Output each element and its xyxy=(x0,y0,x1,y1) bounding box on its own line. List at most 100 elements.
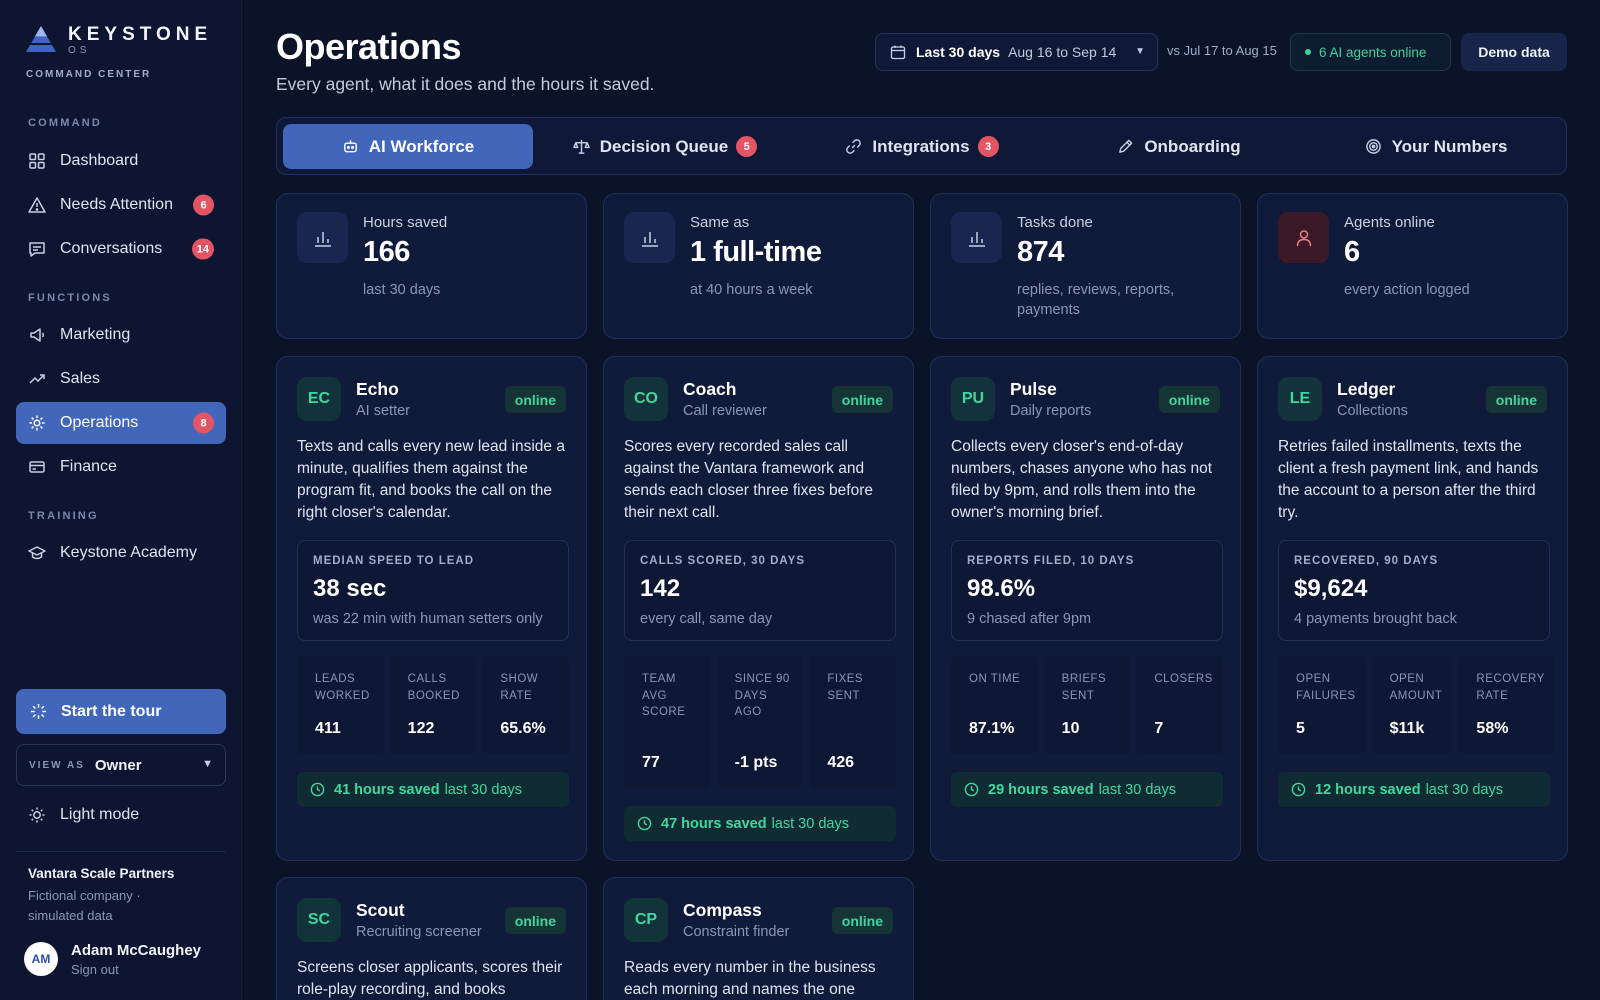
mini-stat: CLOSERS 7 xyxy=(1136,656,1224,754)
status-badge: online xyxy=(504,907,566,934)
mini-stat: CALLS BOOKED 122 xyxy=(389,656,477,754)
tab-decision-queue[interactable]: Decision Queue 5 xyxy=(540,124,790,169)
mini-stat-value: 411 xyxy=(315,720,341,737)
metric-label: CALLS SCORED, 30 DAYS xyxy=(640,555,805,567)
start-tour-button[interactable]: Start the tour xyxy=(16,689,226,734)
mini-stat: FIXES SENT 426 xyxy=(809,656,897,788)
agent-card-ledger[interactable]: LE Ledger Collections online Retries fai… xyxy=(1257,356,1568,861)
mini-stat: SHOW RATE 65.6% xyxy=(482,656,570,754)
agent-description: Scores every recorded sales call against… xyxy=(624,438,873,521)
view-as-value: Owner xyxy=(94,756,142,774)
agent-initials: CO xyxy=(624,377,668,421)
agent-name: Compass xyxy=(683,900,762,920)
mini-stat: BRIEFS SENT 10 xyxy=(1043,656,1131,754)
org-subtitle: Fictional company · simulated data xyxy=(28,888,141,923)
agent-name: Ledger xyxy=(1337,379,1396,399)
mini-stat-label: RECOVERY RATE xyxy=(1476,673,1545,702)
mini-stats: OPEN FAILURES 5 OPEN AMOUNT $11k RECOVER… xyxy=(1278,656,1555,754)
stat-card-tasks-done: Tasks done 874 replies, reviews, reports… xyxy=(930,193,1241,339)
agent-role: Daily reports xyxy=(1010,403,1092,419)
agent-card-echo[interactable]: EC Echo AI setter online Texts and calls… xyxy=(276,356,587,861)
status-badge: online xyxy=(831,386,893,413)
count-badge: 3 xyxy=(977,136,999,157)
calendar-icon xyxy=(890,45,906,60)
tab-integrations[interactable]: Integrations 3 xyxy=(797,124,1047,169)
warning-icon xyxy=(28,197,46,213)
agent-card-coach[interactable]: CO Coach Call reviewer online Scores eve… xyxy=(603,356,914,861)
megaphone-icon xyxy=(30,328,44,342)
stat-label: Agents online xyxy=(1344,214,1435,231)
agent-role: AI setter xyxy=(356,403,410,419)
agent-metric: CALLS SCORED, 30 DAYS 142 every call, sa… xyxy=(624,540,896,641)
mini-stat-label: OPEN FAILURES xyxy=(1296,673,1356,702)
section-functions: FUNCTIONS xyxy=(28,292,112,304)
tour-label: Start the tour xyxy=(61,702,162,720)
brand-name: KEYSTONE xyxy=(68,24,213,45)
tab-label: Integrations xyxy=(872,136,970,156)
sign-out-link[interactable]: Sign out xyxy=(71,962,119,977)
mini-stat-value: 58% xyxy=(1476,720,1509,737)
agent-card-pulse[interactable]: PU Pulse Daily reports online Collects e… xyxy=(930,356,1241,861)
tab-onboarding[interactable]: Onboarding xyxy=(1054,124,1304,169)
tab-your-numbers[interactable]: Your Numbers xyxy=(1311,124,1561,169)
agent-description: Screens closer applicants, scores their … xyxy=(297,959,563,998)
stat-card-hours-saved: Hours saved 166 last 30 days xyxy=(276,193,587,339)
view-as-select[interactable]: VIEW AS Owner ▼ xyxy=(16,744,226,786)
agent-card-scout[interactable]: SC Scout Recruiting screener online Scre… xyxy=(276,877,587,1000)
mini-stat-value: 65.6% xyxy=(500,720,546,737)
date-range-picker[interactable]: Last 30 days Aug 16 to Sep 14 ▼ xyxy=(875,33,1158,71)
mini-stat-value: 77 xyxy=(642,754,660,771)
stat-card-full-time: Same as 1 full-time at 40 hours a week xyxy=(603,193,914,339)
bar-chart-icon xyxy=(624,212,675,263)
sidebar-item-label: Sales xyxy=(60,370,101,387)
agent-initials: EC xyxy=(297,377,341,421)
mini-stat-label: BRIEFS SENT xyxy=(1061,673,1107,702)
sun-icon xyxy=(29,807,45,823)
gear-icon xyxy=(29,415,45,431)
stat-label: Hours saved xyxy=(363,214,448,231)
metric-label: RECOVERED, 90 DAYS xyxy=(1294,555,1439,567)
mini-stat: OPEN AMOUNT $11k xyxy=(1371,656,1453,754)
demo-data-button[interactable]: Demo data xyxy=(1461,33,1567,71)
avatar[interactable]: AM xyxy=(24,942,58,976)
agent-name: Scout xyxy=(356,900,405,920)
trend-icon xyxy=(29,374,45,384)
sidebar-item-operations[interactable]: Operations 8 xyxy=(16,402,226,444)
sidebar-item-dashboard[interactable]: Dashboard xyxy=(16,140,226,182)
scale-icon xyxy=(572,139,590,154)
hours-saved-value: 41 hours saved xyxy=(334,781,440,798)
sidebar-item-marketing[interactable]: Marketing xyxy=(16,314,226,356)
tab-bar: AI Workforce Decision Queue 5 Integratio… xyxy=(276,117,1567,175)
sidebar-item-label: Needs Attention xyxy=(60,196,173,213)
clock-icon xyxy=(310,782,325,797)
brand-os: OS xyxy=(68,45,91,56)
hours-saved-period: last 30 days xyxy=(1425,781,1503,798)
range-label: Last 30 days xyxy=(916,44,1001,60)
metric-subtitle: every call, same day xyxy=(640,611,773,627)
mini-stat-value: 7 xyxy=(1154,720,1164,737)
tab-ai-workforce[interactable]: AI Workforce xyxy=(283,124,533,169)
sidebar-item-label: Keystone Academy xyxy=(60,544,197,561)
sidebar-item-needs-attention[interactable]: Needs Attention 6 xyxy=(16,184,226,226)
pencil-icon xyxy=(1119,139,1133,153)
agent-card-compass[interactable]: CP Compass Constraint finder online Read… xyxy=(603,877,914,1000)
hours-saved-period: last 30 days xyxy=(771,815,849,832)
stat-value: 1 full-time xyxy=(690,236,822,268)
light-mode-toggle[interactable]: Light mode xyxy=(28,806,139,824)
sidebar-item-conversations[interactable]: Conversations 14 xyxy=(16,228,226,270)
stat-card-agents-online: Agents online 6 every action logged xyxy=(1257,193,1568,339)
target-icon xyxy=(1365,139,1381,154)
sidebar-item-finance[interactable]: Finance xyxy=(16,446,226,488)
sidebar-item-sales[interactable]: Sales xyxy=(16,358,226,400)
sidebar-item-keystone-academy[interactable]: Keystone Academy xyxy=(16,532,226,574)
agent-metric: MEDIAN SPEED TO LEAD 38 sec was 22 min w… xyxy=(297,540,569,641)
mini-stat-value: 426 xyxy=(827,754,855,771)
metric-value: 98.6% xyxy=(967,575,1036,602)
stat-subtitle: replies, reviews, reports, payments xyxy=(1017,282,1175,319)
metric-value: $9,624 xyxy=(1294,575,1368,602)
metric-subtitle: 4 payments brought back xyxy=(1294,611,1457,627)
status-badge: online xyxy=(831,907,893,934)
agent-description: Collects every closer's end-of-day numbe… xyxy=(951,438,1213,521)
agent-description: Reads every number in the business each … xyxy=(624,959,876,998)
mini-stat-value: 5 xyxy=(1296,720,1305,737)
